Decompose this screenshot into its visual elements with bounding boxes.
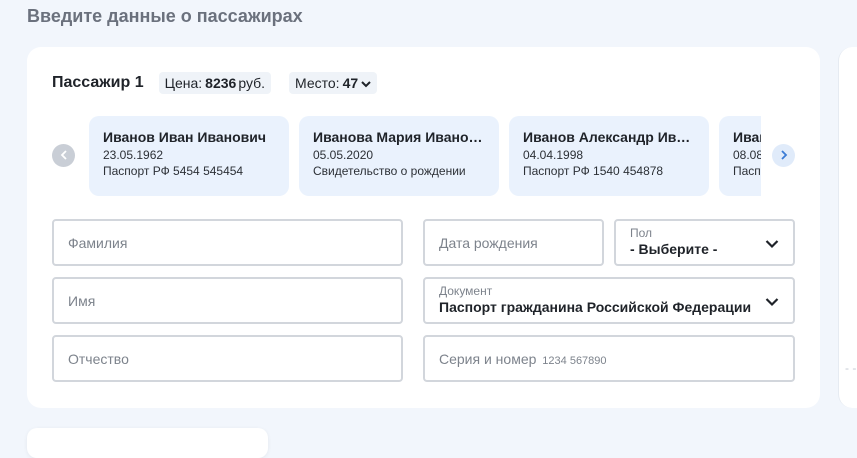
price-label: Цена:	[164, 75, 203, 91]
chevron-down-icon	[361, 75, 371, 91]
side-panel-divider: - -	[845, 361, 857, 375]
seat-selector[interactable]: Место: 47	[289, 72, 378, 94]
last-name-input[interactable]	[54, 221, 401, 264]
side-panel	[838, 47, 857, 408]
price-unit: руб.	[238, 75, 266, 91]
saved-passenger-name: Иванов Иван Иванович	[103, 129, 267, 145]
saved-passenger-birth: 04.04.1998	[523, 148, 584, 162]
chevron-down-icon	[765, 294, 779, 312]
birth-date-field[interactable]	[423, 219, 604, 266]
price-badge: Цена: 8236 руб.	[158, 72, 272, 94]
next-section-card	[27, 428, 268, 458]
document-number-label: Серия и номер	[439, 351, 537, 367]
saved-passenger-name: Иванов Александр Иванович	[523, 129, 695, 145]
document-number-field[interactable]: Серия и номер 1234 567890	[423, 335, 795, 382]
saved-passenger-document: Свидетельство о рождении	[313, 164, 466, 178]
saved-passenger-birth: 05.05.2020	[313, 148, 374, 162]
document-number-placeholder: Серия и номер 1234 567890	[439, 351, 607, 367]
saved-passengers-carousel: Иванов Иван Иванович 23.05.1962 Паспорт …	[52, 116, 797, 196]
birth-date-input[interactable]	[425, 221, 602, 264]
document-type-label: Документ	[439, 284, 493, 298]
saved-passenger-document: Паспорт РФ 1540 454878	[523, 164, 664, 178]
saved-passenger-card[interactable]: Иванов 08.08 Паспорт РФ	[719, 116, 761, 196]
carousel-next-button[interactable]	[772, 144, 795, 167]
seat-value: 47	[342, 75, 359, 91]
saved-passenger-document: Паспорт РФ 5454 545454	[103, 164, 244, 178]
document-type-select[interactable]: Документ Паспорт гражданина Российской Ф…	[423, 277, 795, 324]
saved-passenger-name: Иванов	[733, 129, 761, 145]
saved-passenger-birth: 08.08	[733, 148, 761, 162]
first-name-input[interactable]	[54, 279, 401, 322]
price-value: 8236	[205, 75, 237, 91]
passenger-header: Пассажир 1 Цена: 8236 руб. Место: 47	[52, 72, 395, 94]
first-name-field[interactable]	[52, 277, 403, 324]
gender-select[interactable]: Пол - Выберите -	[614, 219, 795, 266]
chevron-down-icon	[765, 236, 779, 254]
chevron-right-icon	[780, 147, 788, 165]
document-number-hint: 1234 567890	[542, 355, 607, 367]
document-type-value: Паспорт гражданина Российской Федерации	[439, 299, 752, 315]
middle-name-input[interactable]	[54, 337, 401, 380]
saved-passenger-document: Паспорт РФ	[733, 164, 761, 178]
saved-passenger-card[interactable]: Иванов Иван Иванович 23.05.1962 Паспорт …	[89, 116, 289, 196]
last-name-field[interactable]	[52, 219, 403, 266]
gender-value: - Выберите -	[630, 241, 718, 257]
saved-passenger-card[interactable]: Иванова Мария Ивановна 05.05.2020 Свидет…	[299, 116, 499, 196]
passenger-card: Пассажир 1 Цена: 8236 руб. Место: 47 Ива…	[27, 47, 820, 408]
seat-label: Место:	[295, 75, 340, 91]
carousel-prev-button[interactable]	[52, 144, 75, 167]
saved-passengers-track: Иванов Иван Иванович 23.05.1962 Паспорт …	[89, 116, 761, 196]
chevron-left-icon	[60, 147, 68, 165]
passenger-title: Пассажир 1	[52, 74, 144, 91]
middle-name-field[interactable]	[52, 335, 403, 382]
saved-passenger-name: Иванова Мария Ивановна	[313, 129, 485, 145]
saved-passenger-birth: 23.05.1962	[103, 148, 164, 162]
gender-label: Пол	[630, 226, 653, 240]
page-title: Введите данные о пассажирах	[27, 6, 303, 26]
saved-passenger-card[interactable]: Иванов Александр Иванович 04.04.1998 Пас…	[509, 116, 709, 196]
